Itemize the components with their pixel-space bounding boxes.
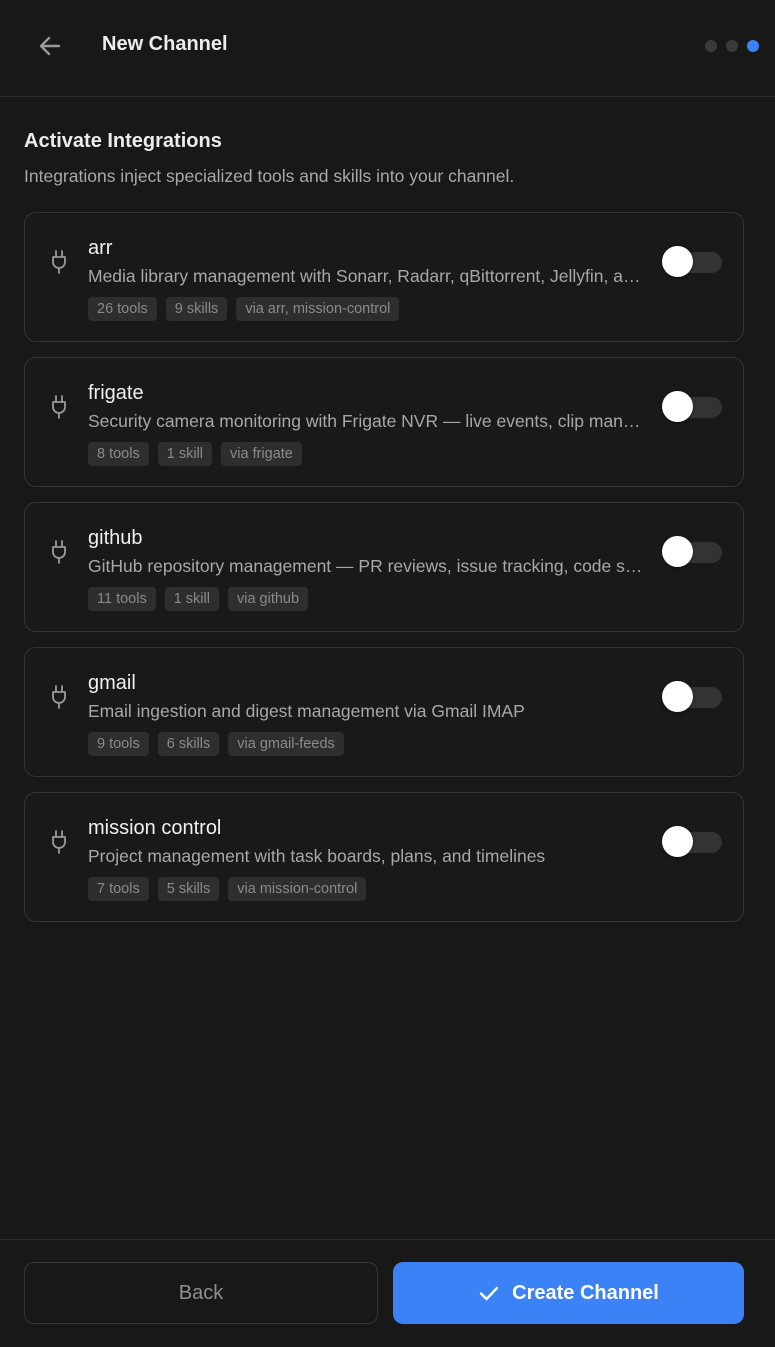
section-title: Activate Integrations xyxy=(24,130,222,152)
integration-toggle-gmail[interactable] xyxy=(662,681,724,713)
integration-name: frigate xyxy=(88,382,144,404)
integration-tags: 9 tools 6 skills via gmail-feeds xyxy=(88,732,344,756)
step-dot-1 xyxy=(705,40,717,52)
integration-toggle-frigate[interactable] xyxy=(662,391,724,423)
skills-count-tag: 5 skills xyxy=(157,877,220,901)
toggle-knob xyxy=(662,681,693,712)
back-button-label: Back xyxy=(178,1281,224,1304)
skills-count-tag: 6 skills xyxy=(157,732,220,756)
back-arrow-button[interactable] xyxy=(34,30,66,62)
integration-card-arr: arr Media library management with Sonarr… xyxy=(24,212,744,342)
integration-name: arr xyxy=(88,237,113,259)
toggle-knob xyxy=(662,246,693,277)
step-indicator xyxy=(705,40,759,52)
skills-count-tag: 1 skill xyxy=(164,587,219,611)
integration-description: GitHub repository management — PR review… xyxy=(88,556,643,576)
toggle-knob xyxy=(662,826,693,857)
integration-tags: 8 tools 1 skill via frigate xyxy=(88,442,302,466)
toggle-knob xyxy=(662,536,693,567)
source-tag: via gmail-feeds xyxy=(228,732,344,756)
plug-icon xyxy=(52,250,66,274)
integration-name: mission control xyxy=(88,817,222,839)
tools-count-tag: 26 tools xyxy=(88,297,157,321)
source-tag: via arr, mission-control xyxy=(236,297,400,321)
plug-icon xyxy=(52,830,66,854)
arrow-left-icon xyxy=(39,36,61,56)
plug-icon xyxy=(52,685,66,709)
integration-name: github xyxy=(88,527,143,549)
integration-description: Media library management with Sonarr, Ra… xyxy=(88,266,643,286)
integration-card-frigate: frigate Security camera monitoring with … xyxy=(24,357,744,487)
toggle-knob xyxy=(662,391,693,422)
step-dot-3 xyxy=(747,40,759,52)
integration-card-github: github GitHub repository management — PR… xyxy=(24,502,744,632)
integration-description: Project management with task boards, pla… xyxy=(88,846,546,866)
integration-card-gmail: gmail Email ingestion and digest managem… xyxy=(24,647,744,777)
create-channel-button[interactable]: Create Channel xyxy=(393,1262,744,1324)
create-channel-label: Create Channel xyxy=(512,1281,659,1304)
section-subtitle: Integrations inject specialized tools an… xyxy=(24,166,515,186)
integration-description: Email ingestion and digest management vi… xyxy=(88,701,525,721)
integration-tags: 7 tools 5 skills via mission-control xyxy=(88,877,367,901)
footer: Back Create Channel xyxy=(0,1239,775,1347)
header: New Channel xyxy=(0,0,775,97)
plug-icon xyxy=(52,540,66,564)
source-tag: via github xyxy=(227,587,309,611)
integration-toggle-github[interactable] xyxy=(662,536,724,568)
back-button[interactable]: Back xyxy=(24,1262,378,1324)
tools-count-tag: 9 tools xyxy=(88,732,149,756)
integration-tags: 26 tools 9 skills via arr, mission-contr… xyxy=(88,297,400,321)
source-tag: via mission-control xyxy=(228,877,367,901)
skills-count-tag: 1 skill xyxy=(157,442,212,466)
tools-count-tag: 11 tools xyxy=(88,587,156,611)
tools-count-tag: 7 tools xyxy=(88,877,149,901)
check-icon xyxy=(478,1282,500,1304)
integration-toggle-arr[interactable] xyxy=(662,246,724,278)
plug-icon xyxy=(52,395,66,419)
integration-card-mission-control: mission control Project management with … xyxy=(24,792,744,922)
integration-tags: 11 tools 1 skill via github xyxy=(88,587,309,611)
source-tag: via frigate xyxy=(221,442,302,466)
integration-list: arr Media library management with Sonarr… xyxy=(24,212,744,937)
integration-name: gmail xyxy=(88,672,136,694)
integration-description: Security camera monitoring with Frigate … xyxy=(88,411,643,431)
skills-count-tag: 9 skills xyxy=(165,297,228,321)
step-dot-2 xyxy=(726,40,738,52)
page-title: New Channel xyxy=(102,33,228,55)
tools-count-tag: 8 tools xyxy=(88,442,149,466)
integration-toggle-mission-control[interactable] xyxy=(662,826,724,858)
